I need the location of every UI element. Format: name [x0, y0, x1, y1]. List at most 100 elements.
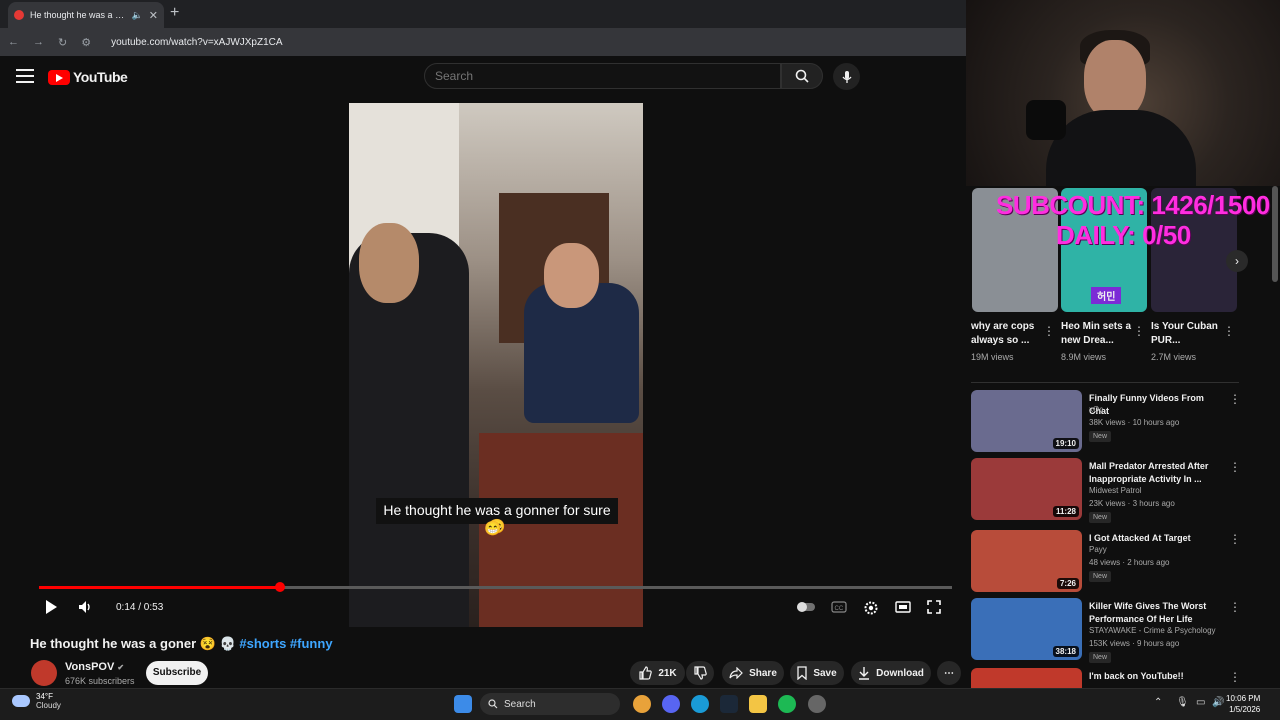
more-actions-button[interactable]: ⋯ [937, 661, 961, 685]
progress-played [39, 586, 280, 589]
windows-start-icon[interactable] [454, 695, 472, 713]
short-badge: 허민 [1091, 287, 1122, 304]
recommendation-item[interactable]: 7:26 I Got Attacked At Target Payy 48 vi… [971, 530, 1241, 594]
recommendation-more-icon[interactable]: ⋮ [1229, 460, 1241, 474]
recommendation-title[interactable]: I Got Attacked At Target [1089, 532, 1223, 545]
new-tab-button[interactable]: + [170, 4, 179, 22]
shorts-next-button[interactable]: › [1226, 250, 1248, 272]
system-clock[interactable]: 10:06 PM 1/5/2026 [1226, 693, 1260, 715]
autoplay-toggle[interactable] [796, 600, 816, 618]
app-icon[interactable] [808, 695, 826, 713]
download-button[interactable]: Download [851, 661, 931, 685]
progress-scrubber[interactable] [275, 582, 285, 592]
recommendation-more-icon[interactable]: ⋮ [1229, 532, 1241, 546]
taskbar-search[interactable]: Search [480, 693, 620, 715]
captions-button[interactable]: CC [831, 600, 847, 619]
fullscreen-icon [927, 600, 941, 614]
recommendation-more-icon[interactable]: ⋮ [1229, 392, 1241, 406]
fullscreen-button[interactable] [927, 600, 941, 619]
search-button[interactable] [781, 63, 823, 89]
edge-icon[interactable] [691, 695, 709, 713]
short-views: 2.7M views [1151, 352, 1197, 362]
scrollbar[interactable] [1272, 186, 1278, 282]
recommendation-thumbnail[interactable]: 19:10 [971, 390, 1082, 452]
volume-icon [79, 601, 90, 613]
video-frame[interactable] [349, 103, 643, 627]
recommendation-title[interactable]: Mall Predator Arrested After Inappropria… [1089, 460, 1223, 486]
recommendation-title[interactable]: I'm back on YouTube!! [1089, 670, 1223, 683]
search-input[interactable] [424, 63, 781, 89]
recommendation-channel[interactable]: xQc [1089, 405, 1103, 414]
recommendation-item[interactable]: 11:28 Mall Predator Arrested After Inapp… [971, 458, 1241, 523]
recommendation-item[interactable]: I'm back on YouTube!! ⋮ [971, 668, 1241, 688]
download-icon [859, 667, 870, 680]
search-icon [795, 69, 809, 83]
svg-text:CC: CC [835, 606, 844, 612]
video-hashtags[interactable]: #shorts #funny [239, 636, 332, 651]
short-more-icon[interactable]: ⋮ [1043, 324, 1055, 338]
discord-icon[interactable] [662, 695, 680, 713]
site-info-icon[interactable]: ⚙ [81, 36, 91, 49]
short-more-icon[interactable]: ⋮ [1223, 324, 1235, 338]
spotify-icon[interactable] [778, 695, 796, 713]
volume-button[interactable] [77, 599, 93, 620]
address-bar: ← → ↻ ⚙ youtube.com/watch?v=xAJWJXpZ1CA [0, 28, 966, 56]
recommendation-more-icon[interactable]: ⋮ [1229, 670, 1241, 684]
url-field[interactable]: youtube.com/watch?v=xAJWJXpZ1CA [111, 37, 282, 48]
like-count: 21K [658, 667, 677, 679]
theater-mode-button[interactable] [895, 600, 911, 619]
recommendation-item[interactable]: 19:10 Finally Funny Videos From Chat xQc… [971, 390, 1241, 454]
file-explorer-icon[interactable] [749, 695, 767, 713]
short-views: 19M views [971, 352, 1014, 362]
short-title[interactable]: Heo Min sets a new Drea... [1061, 320, 1137, 348]
short-more-icon[interactable]: ⋮ [1133, 324, 1145, 338]
recommendation-thumbnail[interactable]: 7:26 [971, 530, 1082, 592]
recommendation-channel[interactable]: Payy [1089, 545, 1107, 554]
weather-widget[interactable]: 34°F Cloudy [12, 692, 61, 710]
tab-close-icon[interactable]: ✕ [149, 9, 158, 22]
settings-button[interactable] [863, 600, 879, 621]
youtube-logo[interactable]: YouTube [48, 69, 128, 85]
clock-date: 1/5/2026 [1229, 705, 1261, 714]
dislike-button[interactable] [686, 661, 714, 685]
chrome-icon[interactable] [633, 695, 651, 713]
tray-network-icon[interactable]: ▭ [1196, 697, 1205, 708]
channel-name-text: VonsPOV [65, 661, 115, 673]
short-title[interactable]: Is Your Cuban PUR... [1151, 320, 1227, 348]
recommendation-item[interactable]: 38:18 Killer Wife Gives The Worst Perfor… [971, 598, 1241, 663]
more-icon: ⋯ [944, 667, 954, 679]
logo-text: YouTube [73, 69, 128, 85]
browser-tab[interactable]: He thought he was a goner 🔈 ✕ [8, 2, 164, 28]
channel-avatar[interactable] [31, 660, 57, 686]
new-badge: New [1089, 512, 1112, 523]
recommendation-channel[interactable]: STAYAWAKE - Crime & Psychology [1089, 626, 1216, 635]
recommendation-title[interactable]: Killer Wife Gives The Worst Performance … [1089, 600, 1223, 626]
webcam-overlay [966, 0, 1280, 190]
tray-chevron-icon[interactable]: ⌃ [1154, 697, 1162, 708]
reload-icon[interactable]: ↻ [58, 36, 67, 49]
recommendation-title[interactable]: Finally Funny Videos From Chat [1089, 392, 1223, 418]
menu-icon[interactable] [16, 68, 34, 84]
like-button[interactable]: 21K [630, 661, 685, 685]
recommendation-channel[interactable]: Midwest Patrol [1089, 486, 1141, 495]
play-button[interactable] [44, 599, 58, 620]
play-icon [46, 600, 57, 614]
recommendation-thumbnail[interactable]: 11:28 [971, 458, 1082, 520]
save-button[interactable]: Save [790, 661, 844, 685]
voice-search-button[interactable] [833, 63, 860, 90]
forward-icon[interactable]: → [33, 36, 44, 48]
steam-icon[interactable] [720, 695, 738, 713]
short-title[interactable]: why are cops always so ... [971, 320, 1047, 348]
recommendation-thumbnail[interactable] [971, 668, 1082, 688]
subscribe-button[interactable]: Subscribe [146, 661, 208, 685]
tray-mic-icon[interactable]: 🎙 [1176, 697, 1189, 708]
weather-temp: 34°F [36, 692, 53, 701]
tray-volume-icon[interactable]: 🔊 [1212, 697, 1224, 708]
back-icon[interactable]: ← [8, 36, 19, 48]
duration-badge: 38:18 [1052, 646, 1079, 657]
share-button[interactable]: Share [722, 661, 784, 685]
video-title: He thought he was a goner 😵 💀 #shorts #f… [30, 636, 333, 652]
recommendation-thumbnail[interactable]: 38:18 [971, 598, 1082, 660]
recommendation-more-icon[interactable]: ⋮ [1229, 600, 1241, 614]
channel-name[interactable]: VonsPOV ✔ [65, 661, 124, 673]
